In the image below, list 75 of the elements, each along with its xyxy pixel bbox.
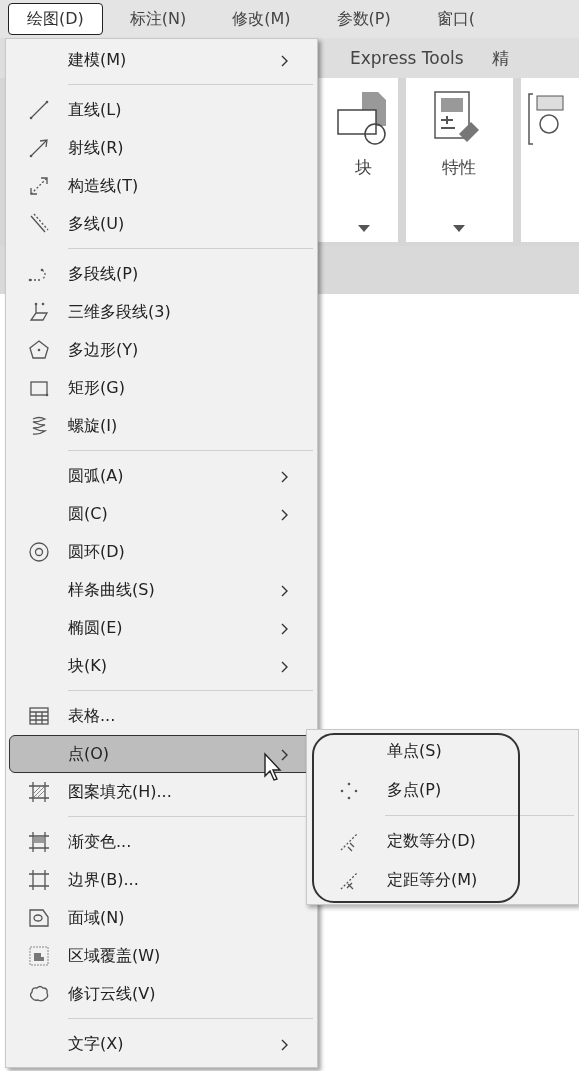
menu-item[interactable]: 射线(R) — [9, 129, 314, 167]
region-icon — [28, 907, 50, 929]
menu-bar-item[interactable]: 标注(N) — [110, 3, 206, 35]
parallel-lines-icon — [28, 213, 50, 235]
menu-item[interactable]: 多段线(P) — [9, 255, 314, 293]
square-frame-icon — [28, 869, 50, 891]
menu-item[interactable]: 椭圆(E) — [9, 609, 314, 647]
double-arrow-icon — [28, 175, 50, 197]
menu-item-label: 直线(L) — [68, 99, 122, 121]
menu-item-label: 圆(C) — [68, 503, 108, 525]
wipeout-icon — [28, 945, 50, 967]
menu-item[interactable]: 矩形(G) — [9, 369, 314, 407]
menu-item[interactable]: 修订云线(V) — [9, 975, 314, 1013]
menu-item[interactable]: 圆弧(A) — [9, 457, 314, 495]
menu-item-label: 面域(N) — [68, 907, 125, 929]
ribbon-tab[interactable]: Express Tools — [350, 48, 464, 68]
menu-item-label: 图案填充(H)... — [68, 781, 172, 803]
menu-item-label: 定距等分(M) — [387, 870, 478, 891]
menu-item-label: 螺旋(I) — [68, 415, 118, 437]
3d-polyline-icon — [28, 301, 50, 323]
menu-item-label: 矩形(G) — [68, 377, 125, 399]
menu-item-label: 椭圆(E) — [68, 617, 123, 639]
menu-item[interactable]: 构造线(T) — [9, 167, 314, 205]
menu-item-label: 三维多段线(3) — [68, 301, 171, 323]
menu-item-label: 修订云线(V) — [68, 983, 156, 1005]
menu-item-label: 块(K) — [68, 655, 107, 677]
menu-bar-item[interactable]: 绘图(D) — [8, 3, 103, 35]
panel-label: 块 — [355, 156, 373, 179]
menu-item[interactable]: 圆环(D) — [9, 533, 314, 571]
menu-item-label: 多边形(Y) — [68, 339, 139, 361]
table-icon — [28, 705, 50, 727]
menu-item[interactable]: 多线(U) — [9, 205, 314, 243]
ring-icon — [28, 541, 50, 563]
menu-item-label: 圆环(D) — [68, 541, 125, 563]
menu-item[interactable]: 螺旋(I) — [9, 407, 314, 445]
arrow-icon — [28, 137, 50, 159]
hatch-icon — [28, 781, 50, 803]
menu-item[interactable]: 直线(L) — [9, 91, 314, 129]
menu-item[interactable]: 建模(M) — [9, 41, 314, 79]
menu-item-label: 构造线(T) — [68, 175, 139, 197]
menu-item-label: 点(O) — [68, 743, 110, 765]
menu-item-label: 区域覆盖(W) — [68, 945, 161, 967]
menu-bar-item[interactable]: 修改(M) — [213, 3, 310, 35]
group-icon[interactable] — [526, 90, 567, 146]
menu-item-label: 表格... — [68, 705, 116, 727]
pentagon-icon — [28, 339, 50, 361]
menu-item[interactable]: 块(K) — [9, 647, 314, 685]
menu-item-label: 文字(X) — [68, 1033, 124, 1055]
menu-item-label: 多线(U) — [68, 213, 125, 235]
menu-item-label: 圆弧(A) — [68, 465, 124, 487]
menu-item[interactable]: 面域(N) — [9, 899, 314, 937]
menu-item-label: 单点(S) — [387, 741, 442, 762]
menu-bar-item[interactable]: 窗口( — [417, 3, 494, 35]
menu-item[interactable]: 区域覆盖(W) — [9, 937, 314, 975]
menu-item[interactable]: 多边形(Y) — [9, 331, 314, 369]
line-icon — [28, 99, 50, 121]
menu-item[interactable]: 表格... — [9, 697, 314, 735]
menu-item[interactable]: 文字(X) — [9, 1025, 314, 1063]
menu-item-label: 渐变色... — [68, 831, 132, 853]
ribbon-tab[interactable]: 精 — [491, 46, 509, 70]
menu-item-label: 样条曲线(S) — [68, 579, 155, 601]
menu-item-label: 多点(P) — [387, 780, 442, 801]
gradient-icon — [28, 831, 50, 853]
menu-item-label: 多段线(P) — [68, 263, 139, 285]
menu-item-label: 定数等分(D) — [387, 831, 476, 852]
menu-item[interactable]: 圆(C) — [9, 495, 314, 533]
caret-icon[interactable] — [357, 225, 370, 232]
menu-item-label: 建模(M) — [68, 49, 127, 71]
caret-icon[interactable] — [453, 225, 466, 232]
menu-item-label: 边界(B)... — [68, 869, 139, 891]
menu-item[interactable]: 三维多段线(3) — [9, 293, 314, 331]
menu-bar-item[interactable]: 参数(P) — [317, 3, 410, 35]
menu-item-label: 射线(R) — [68, 137, 124, 159]
menu-item[interactable]: 样条曲线(S) — [9, 571, 314, 609]
panel-label: 特性 — [442, 156, 477, 179]
